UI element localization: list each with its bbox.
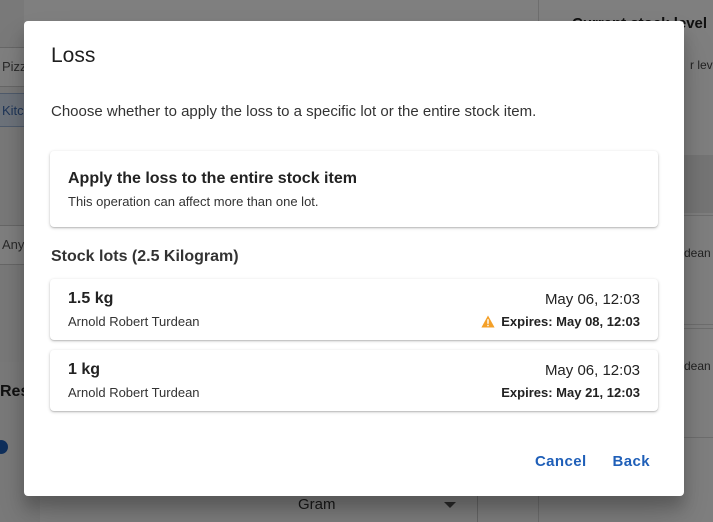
- lot-user: Arnold Robert Turdean: [68, 385, 200, 400]
- dialog-title: Loss: [51, 44, 96, 67]
- lot-expiry-text: Expires: May 08, 12:03: [501, 314, 640, 329]
- entire-stock-subtitle: This operation can affect more than one …: [68, 194, 319, 209]
- dialog-description: Choose whether to apply the loss to a sp…: [51, 103, 537, 120]
- entire-stock-title: Apply the loss to the entire stock item: [68, 170, 357, 187]
- lot-user: Arnold Robert Turdean: [68, 314, 200, 329]
- lot-expiry: Expires: May 08, 12:03: [481, 314, 640, 329]
- dialog-actions: Cancel Back: [527, 447, 658, 476]
- lot-quantity: 1.5 kg: [68, 290, 114, 307]
- cancel-button[interactable]: Cancel: [527, 447, 595, 476]
- lot-expiry: Expires: May 21, 12:03: [501, 385, 640, 400]
- back-button[interactable]: Back: [605, 447, 658, 476]
- lot-expiry-text: Expires: May 21, 12:03: [501, 385, 640, 400]
- lot-quantity: 1 kg: [68, 361, 101, 378]
- stock-lots-title: Stock lots (2.5 Kilogram): [51, 248, 239, 265]
- stock-lot-card[interactable]: 1 kg Arnold Robert Turdean May 06, 12:03…: [50, 350, 658, 411]
- lot-date: May 06, 12:03: [544, 362, 640, 379]
- loss-dialog: Loss Choose whether to apply the loss to…: [24, 21, 684, 496]
- stock-lot-card[interactable]: 1.5 kg Arnold Robert Turdean May 06, 12:…: [50, 279, 658, 340]
- apply-entire-stock-card[interactable]: Apply the loss to the entire stock item …: [50, 151, 658, 227]
- lot-date: May 06, 12:03: [544, 291, 640, 308]
- warning-icon: [481, 315, 495, 328]
